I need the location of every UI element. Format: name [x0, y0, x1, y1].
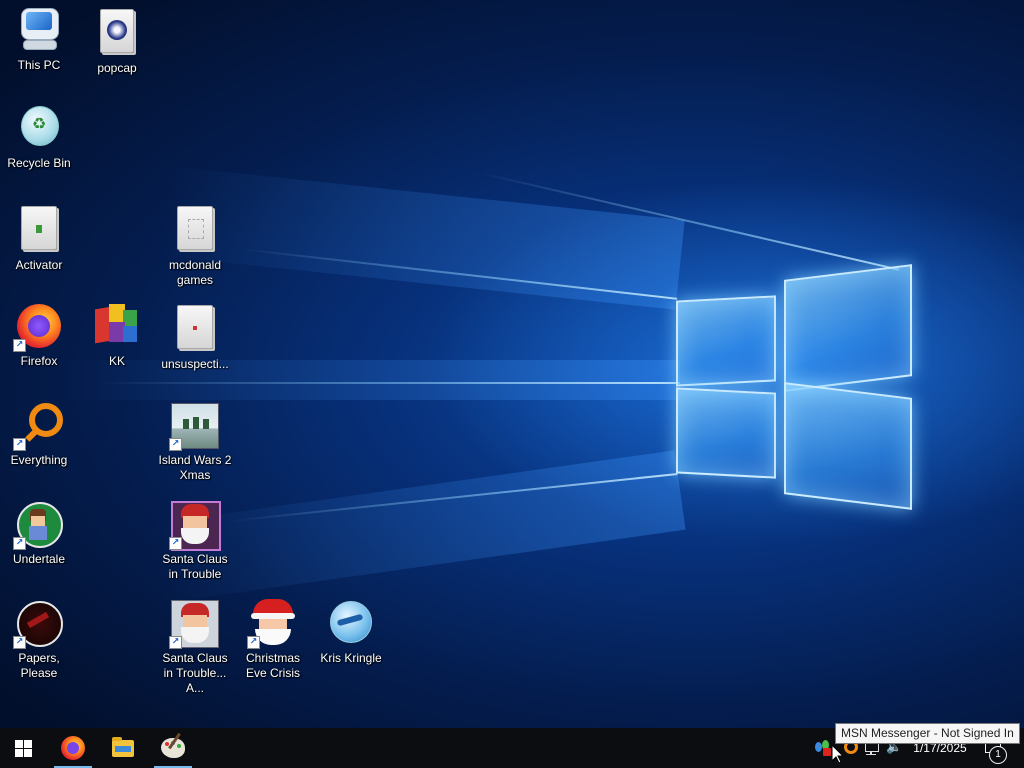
kris-kringle-icon [327, 599, 375, 647]
desktop-icon-label: mcdonald games [168, 258, 222, 287]
undertale-icon: ↗ [13, 500, 63, 550]
desktop-icon-firefox[interactable]: ↗ Firefox [0, 302, 78, 369]
desktop-icon-recycle-bin[interactable]: ♻ Recycle Bin [0, 104, 78, 171]
desktop-icon-santa-claus-in-trouble-2[interactable]: ↗ Santa Claus in Trouble... A... [156, 599, 234, 696]
desktop-icon-kk[interactable]: KK [78, 302, 156, 369]
shortcut-arrow-icon: ↗ [13, 339, 26, 352]
folder-icon [171, 305, 219, 353]
desktop-icon-label: Firefox [20, 354, 58, 368]
shortcut-arrow-icon: ↗ [169, 537, 182, 550]
mouse-cursor-icon [832, 745, 844, 764]
shortcut-arrow-icon: ↗ [169, 636, 182, 649]
desktop-icon-papers-please[interactable]: ↗ Papers, Please [0, 599, 78, 681]
recycle-bin-icon: ♻ [15, 104, 63, 152]
desktop-icon-mcdonald-games[interactable]: mcdonald games [156, 203, 234, 288]
desktop-icon-popcap[interactable]: popcap [78, 6, 156, 76]
desktop-icon-santa-claus-in-trouble[interactable]: ↗ Santa Claus in Trouble [156, 500, 234, 582]
desktop-icon-label: Undertale [12, 552, 66, 566]
desktop-icon-this-pc[interactable]: This PC [0, 6, 78, 73]
taskbar-firefox-button[interactable] [50, 728, 96, 768]
desktop-icon-everything[interactable]: ↗ Everything [0, 401, 78, 468]
folder-icon [171, 206, 219, 254]
desktop-icon-label: unsuspecti... [161, 357, 229, 371]
taskbar-paint-button[interactable] [150, 728, 196, 768]
desktop-icon-label: Activator [15, 258, 63, 272]
firefox-icon: ↗ [13, 302, 63, 352]
shortcut-arrow-icon: ↗ [169, 438, 182, 451]
desktop-icon-label: Christmas Eve Crisis [245, 651, 300, 680]
desktop-icon-label: Papers, Please [18, 651, 60, 680]
msn-messenger-tray-icon[interactable] [815, 740, 831, 756]
popcap-icon [93, 9, 141, 57]
windows-logo-icon [14, 739, 32, 757]
shortcut-arrow-icon: ↗ [13, 537, 26, 550]
shortcut-arrow-icon: ↗ [13, 438, 26, 451]
desktop-icon-label: popcap [97, 61, 137, 75]
windows-logo-pane [784, 264, 912, 392]
msn-messenger-tooltip: MSN Messenger - Not Signed In [835, 723, 1020, 744]
firefox-icon [61, 736, 85, 760]
desktop-icon-undertale[interactable]: ↗ Undertale [0, 500, 78, 567]
windows-logo-pane [676, 295, 776, 387]
notification-count-badge: 1 [989, 746, 1007, 764]
desktop-icon-label: Island Wars 2 Xmas [158, 453, 232, 482]
shortcut-arrow-icon: ↗ [13, 636, 26, 649]
start-button[interactable] [0, 728, 46, 768]
santa-claus-icon: ↗ [169, 500, 221, 551]
desktop-icon-unsuspecti[interactable]: unsuspecti... [156, 302, 234, 372]
desktop-icon-label: Santa Claus in Trouble... A... [162, 651, 228, 695]
taskbar-file-explorer-button[interactable] [100, 728, 146, 768]
papers-please-icon: ↗ [13, 599, 63, 649]
palette-icon [161, 732, 185, 758]
desktop-icon-activator[interactable]: Activator [0, 203, 78, 273]
kk-icon [93, 302, 141, 350]
desktop-icon-christmas-eve-crisis[interactable]: ↗ Christmas Eve Crisis [234, 599, 312, 681]
desktop-icon-label: Everything [10, 453, 68, 467]
desktop-icon-label: Recycle Bin [7, 156, 71, 170]
everything-search-icon: ↗ [13, 401, 63, 451]
windows-logo-pane [784, 382, 912, 510]
santa-face-icon: ↗ [247, 599, 297, 649]
wallpaper-ray [158, 165, 685, 310]
computer-icon [15, 6, 63, 54]
wallpaper-beam [100, 382, 680, 384]
folder-icon [15, 206, 63, 254]
shortcut-arrow-icon: ↗ [247, 636, 260, 649]
desktop-icon-kris-kringle[interactable]: Kris Kringle [312, 599, 390, 666]
desktop-icon-label: This PC [17, 58, 61, 72]
desktop-icon-label: KK [108, 354, 125, 368]
desktop-icon-label: Kris Kringle [320, 651, 382, 665]
folder-icon [112, 736, 134, 757]
island-wars-icon: ↗ [169, 401, 219, 451]
windows-logo-pane [676, 387, 776, 479]
desktop-icon-island-wars[interactable]: ↗ Island Wars 2 Xmas [156, 401, 234, 483]
desktop-icon-label: Santa Claus in Trouble [162, 552, 228, 581]
santa-claus-icon: ↗ [169, 599, 219, 649]
